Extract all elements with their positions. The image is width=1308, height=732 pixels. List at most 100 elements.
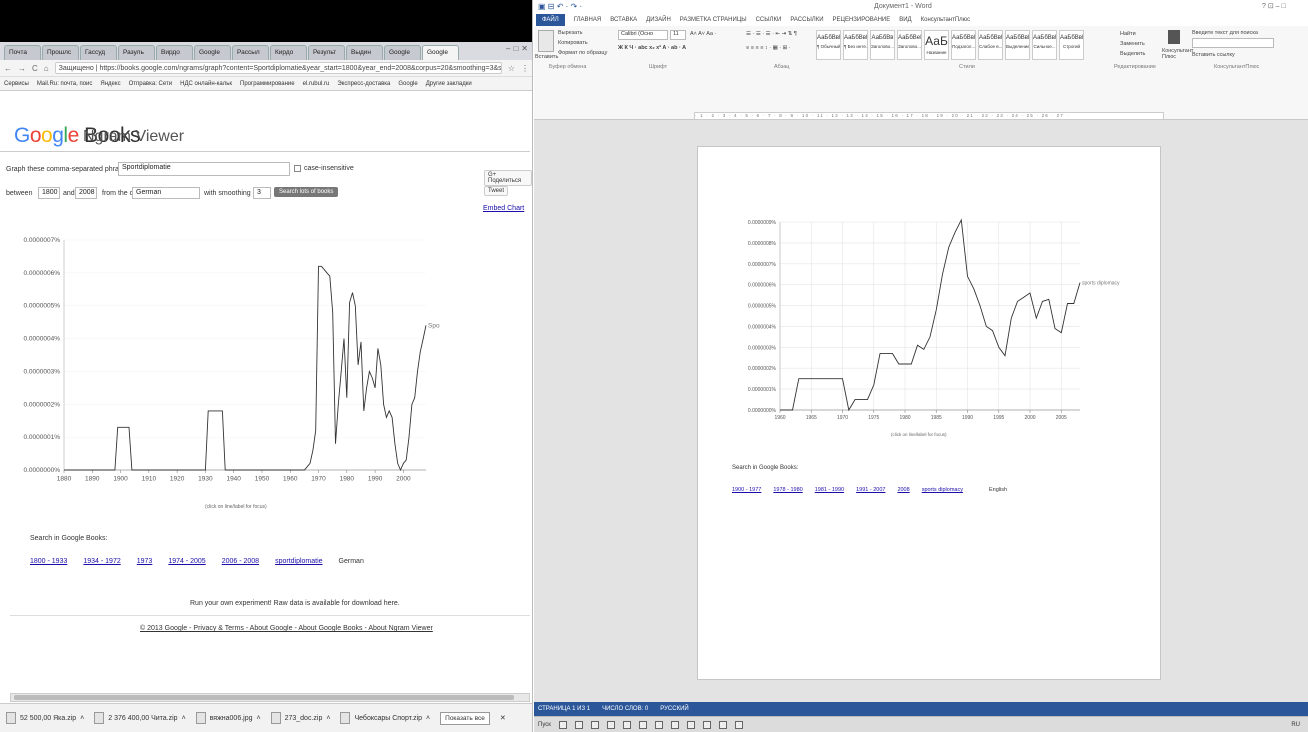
consultant-search-input[interactable] (1192, 38, 1274, 48)
search-range-link[interactable]: 1991 - 2007 (856, 487, 885, 493)
status-item[interactable]: РУССКИЙ (660, 706, 688, 712)
cut-button[interactable]: Вырезать (558, 30, 582, 36)
search-range-link[interactable]: 1934 - 1972 (83, 558, 120, 565)
search-range-link[interactable]: sportdiplomatie (275, 558, 322, 565)
ribbon-tab[interactable]: ВИД (899, 17, 911, 23)
bookmark-item[interactable]: НДС онлайн-кальк (180, 81, 232, 87)
reload-icon[interactable]: C (32, 64, 38, 73)
bookmark-item[interactable]: Google (398, 81, 417, 87)
url-input[interactable]: Защищено | https://books.google.com/ngra… (54, 62, 502, 74)
style-item[interactable]: АаБбВвГ Слабое в... (978, 30, 1003, 60)
word-window-controls[interactable]: ? ⊡ – □ (1262, 2, 1286, 10)
year-end-input[interactable]: 2008 (75, 187, 97, 199)
bookmark-item[interactable]: Яндекс (100, 81, 120, 87)
chevron-up-icon[interactable]: ˄ (257, 715, 261, 722)
search-range-link[interactable]: 2008 (897, 487, 909, 493)
language-indicator[interactable]: RU (1291, 722, 1300, 728)
bookmark-item[interactable]: Сервисы (4, 81, 29, 87)
download-item[interactable]: 52 500,00 Яка.zip ˄ (6, 712, 84, 724)
browser-tab[interactable]: Почта (4, 45, 41, 60)
taskbar-app-icon[interactable] (718, 720, 727, 729)
close-icon[interactable]: ✕ (521, 44, 528, 53)
status-item[interactable]: СТРАНИЦА 1 ИЗ 1 (538, 706, 590, 712)
embed-chart-link[interactable]: Embed Chart (483, 205, 524, 212)
show-all-downloads-button[interactable]: Показать все (440, 711, 490, 725)
minimize-icon[interactable]: – (506, 44, 510, 53)
bookmark-item[interactable]: Mail.Ru: почта, поис (37, 81, 93, 87)
ribbon-tab[interactable]: КонсультантПлюс (921, 17, 971, 23)
search-range-link[interactable]: 1978 - 1980 (773, 487, 802, 493)
paste-icon[interactable] (538, 30, 554, 52)
style-item[interactable]: АаБбВвГг ¶ Без инте... (843, 30, 868, 60)
footer-links[interactable]: © 2013 Google - Privacy & Terms - About … (140, 625, 433, 632)
bookmark-item[interactable]: Программирование (240, 81, 295, 87)
case-insensitive-checkbox[interactable] (294, 165, 301, 172)
search-range-link[interactable]: 1800 - 1933 (30, 558, 67, 565)
taskbar-app-icon[interactable] (558, 720, 567, 729)
ngram-chart-english[interactable]: 0.0000000% 0.0000001% 0.0000002% 0.0000003%… (714, 210, 1134, 450)
taskbar-app-icon[interactable] (638, 720, 647, 729)
search-range-link[interactable]: 1974 - 2005 (168, 558, 205, 565)
style-item[interactable]: АаБбВв Заголово... (870, 30, 895, 60)
bookmark-item[interactable]: el.rubul.ru (303, 81, 330, 87)
insert-link-button[interactable]: Вставить ссылку (1192, 52, 1235, 58)
font-name-select[interactable]: Calibri (Осно (618, 30, 668, 40)
ribbon-tab[interactable]: ДИЗАЙН (646, 17, 671, 23)
back-icon[interactable]: ← (4, 64, 12, 73)
home-icon[interactable]: ⌂ (44, 64, 49, 73)
browser-tab[interactable]: Google (422, 45, 459, 60)
close-downloads-icon[interactable]: ✕ (500, 714, 506, 722)
browser-tab[interactable]: Выдин (346, 45, 383, 60)
taskbar-app-icon[interactable] (654, 720, 663, 729)
taskbar-app-icon[interactable] (702, 720, 711, 729)
bookmark-item[interactable]: Другие закладки (426, 81, 472, 87)
find-button[interactable]: Найти (1120, 31, 1136, 37)
gplus-share-button[interactable]: G+ Поделиться (484, 170, 532, 186)
search-range-link[interactable]: sports diplomacy (922, 487, 963, 493)
search-range-link[interactable]: 2006 - 2008 (222, 558, 259, 565)
search-books-button[interactable]: Search lots of books (274, 187, 339, 197)
paste-label[interactable]: Вставить (535, 54, 558, 60)
browser-tab[interactable]: Результ (308, 45, 345, 60)
font-size-select[interactable]: 11 (670, 30, 686, 40)
format-painter-button[interactable]: Формат по образцу (558, 50, 607, 56)
style-item[interactable]: АаБбВвГ Подзагол... (951, 30, 976, 60)
style-item[interactable]: АаБбВеГ Заголово... (897, 30, 922, 60)
search-range-link[interactable]: 1900 - 1977 (732, 487, 761, 493)
style-item[interactable]: АаБбВвГ Сильное... (1032, 30, 1057, 60)
style-item[interactable]: АаБбВвГг ¶ Обычный (816, 30, 841, 60)
taskbar-app-icon[interactable] (734, 720, 743, 729)
download-item[interactable]: 2 376 400,00 Чита.zip ˄ (94, 712, 186, 724)
bookmark-item[interactable]: Экспресс-доставка (337, 81, 390, 87)
font-grow-shrink-icons[interactable]: A˄ A˅ Aa · (690, 31, 716, 37)
quick-access-icons[interactable]: ▣ ⊟ ↶ · ↷ · (538, 2, 582, 11)
taskbar-app-icon[interactable] (606, 720, 615, 729)
styles-gallery[interactable]: АаБбВвГг¶ ОбычныйАаБбВвГг¶ Без инте...Аа… (816, 30, 1084, 60)
consultant-icon[interactable] (1168, 30, 1180, 44)
start-button[interactable]: Пуск (538, 722, 551, 728)
phrases-input[interactable]: Sportdiplomatie (118, 162, 290, 176)
smoothing-select[interactable]: 3 (253, 187, 271, 199)
browser-tab[interactable]: Вирдо (156, 45, 193, 60)
browser-tab[interactable]: Разуль (118, 45, 155, 60)
browser-tab[interactable]: Google (384, 45, 421, 60)
ribbon-tab[interactable]: ССЫЛКИ (756, 17, 782, 23)
taskbar-app-icon[interactable] (670, 720, 679, 729)
corpus-select[interactable]: German (132, 187, 200, 199)
ribbon-tab[interactable]: РАССЫЛКИ (790, 17, 823, 23)
replace-button[interactable]: Заменить (1120, 41, 1145, 47)
ribbon-tab[interactable]: РАЗМЕТКА СТРАНИЦЫ (680, 17, 747, 23)
ngram-chart-german[interactable]: 0.0000000% 0.0000001% 0.0000002% 0.0000003%… (0, 232, 440, 522)
taskbar-app-icon[interactable] (686, 720, 695, 729)
browser-tab[interactable]: Рассыл (232, 45, 269, 60)
copy-button[interactable]: Копировать (558, 40, 588, 46)
forward-icon[interactable]: → (18, 64, 26, 73)
taskbar-app-icon[interactable] (574, 720, 583, 729)
taskbar-app-icon[interactable] (590, 720, 599, 729)
ribbon-tab[interactable]: ГЛАВНАЯ (574, 17, 602, 23)
select-button[interactable]: Выделить (1120, 51, 1145, 57)
download-item[interactable]: 273_doc.zip ˄ (270, 712, 330, 724)
chevron-up-icon[interactable]: ˄ (80, 715, 84, 722)
menu-icon[interactable]: ⋮ (521, 64, 529, 73)
ribbon-tab[interactable]: РЕЦЕНЗИРОВАНИЕ (833, 17, 891, 23)
